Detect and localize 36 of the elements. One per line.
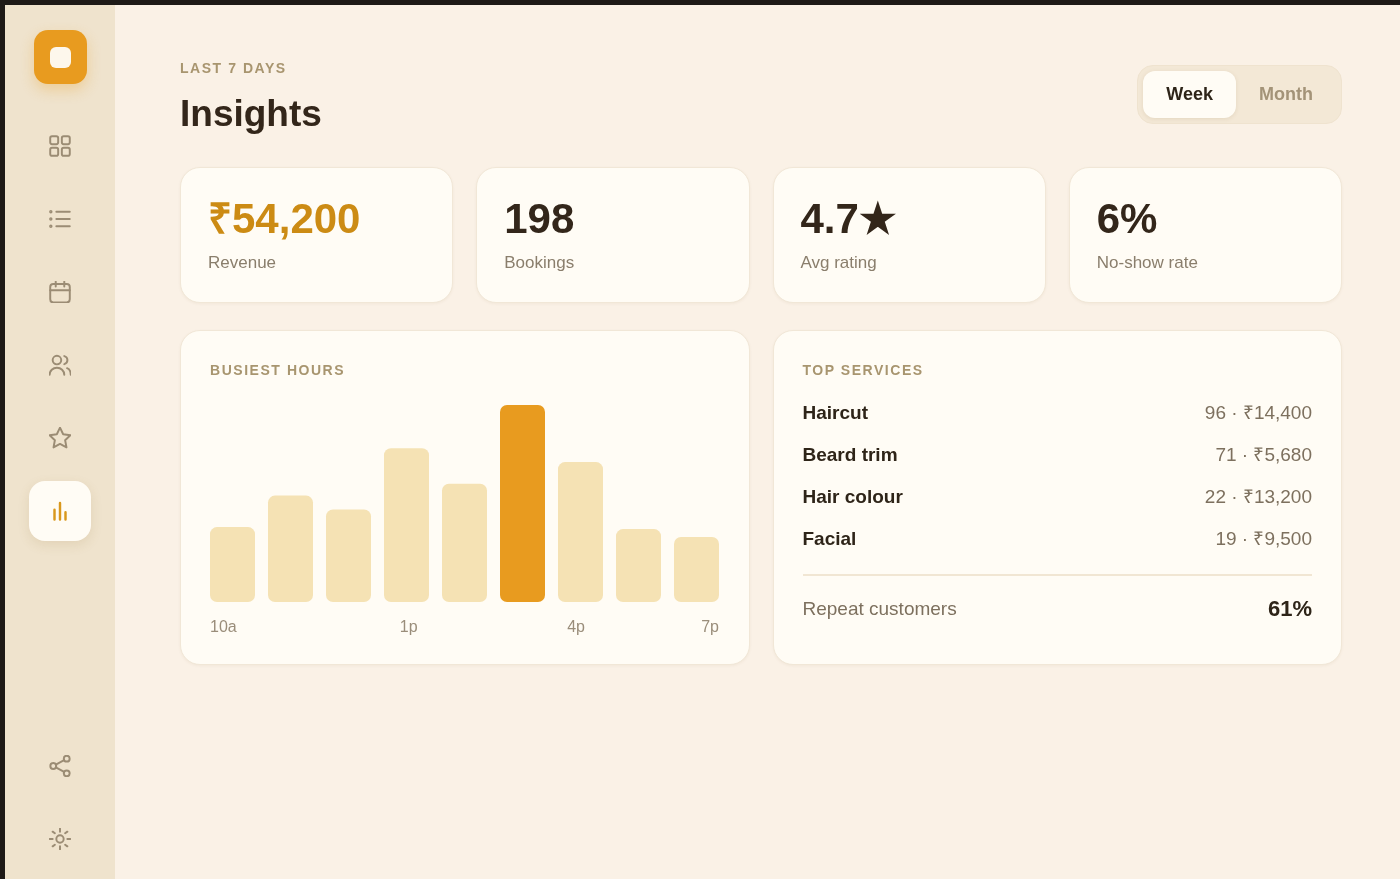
summary-label: Repeat customers xyxy=(802,597,957,621)
nav-item[interactable] xyxy=(29,481,91,541)
stat-value: ₹54,200 xyxy=(208,195,361,243)
calendar-icon xyxy=(49,281,71,303)
summary-value: 61% xyxy=(1267,595,1312,623)
logo-icon xyxy=(33,30,87,84)
service-stats: 71 · ₹5,680 xyxy=(1215,443,1312,467)
stat-label: Bookings xyxy=(504,252,575,274)
service-name: Facial xyxy=(802,527,857,551)
service-name: Hair colour xyxy=(802,485,903,509)
service-stats: 22 · ₹13,200 xyxy=(1204,485,1312,509)
service-stats: 96 · ₹14,400 xyxy=(1204,401,1312,425)
service-stats: 19 · ₹9,500 xyxy=(1215,527,1312,551)
grid-icon xyxy=(49,135,71,157)
star-icon xyxy=(49,427,71,449)
list-icon xyxy=(49,208,71,230)
stat-label: No-show rate xyxy=(1096,252,1198,274)
card-title: BUSIEST HOURS xyxy=(210,361,346,380)
service-name: Haircut xyxy=(802,401,868,425)
axis-label: 1p xyxy=(399,617,418,637)
period-tab[interactable]: Week xyxy=(1143,71,1236,118)
stat-label: Avg rating xyxy=(800,252,877,274)
axis-label: 4p xyxy=(567,617,585,637)
stat-label: Revenue xyxy=(208,252,277,274)
sun-icon xyxy=(49,828,71,850)
stat-value: 198 xyxy=(504,195,575,243)
users-icon xyxy=(49,354,71,376)
stat-value: 6% xyxy=(1096,195,1158,243)
axis-label: 10a xyxy=(210,617,237,637)
axis-label: 7p xyxy=(701,617,719,637)
service-name: Beard trim xyxy=(802,443,898,467)
share-icon xyxy=(49,755,71,777)
page-title: Insights xyxy=(180,94,322,134)
section-eyebrow: LAST 7 DAYS xyxy=(180,59,287,78)
stat-value: 4.7★ xyxy=(800,195,897,243)
card-title: TOP SERVICES xyxy=(802,361,924,380)
